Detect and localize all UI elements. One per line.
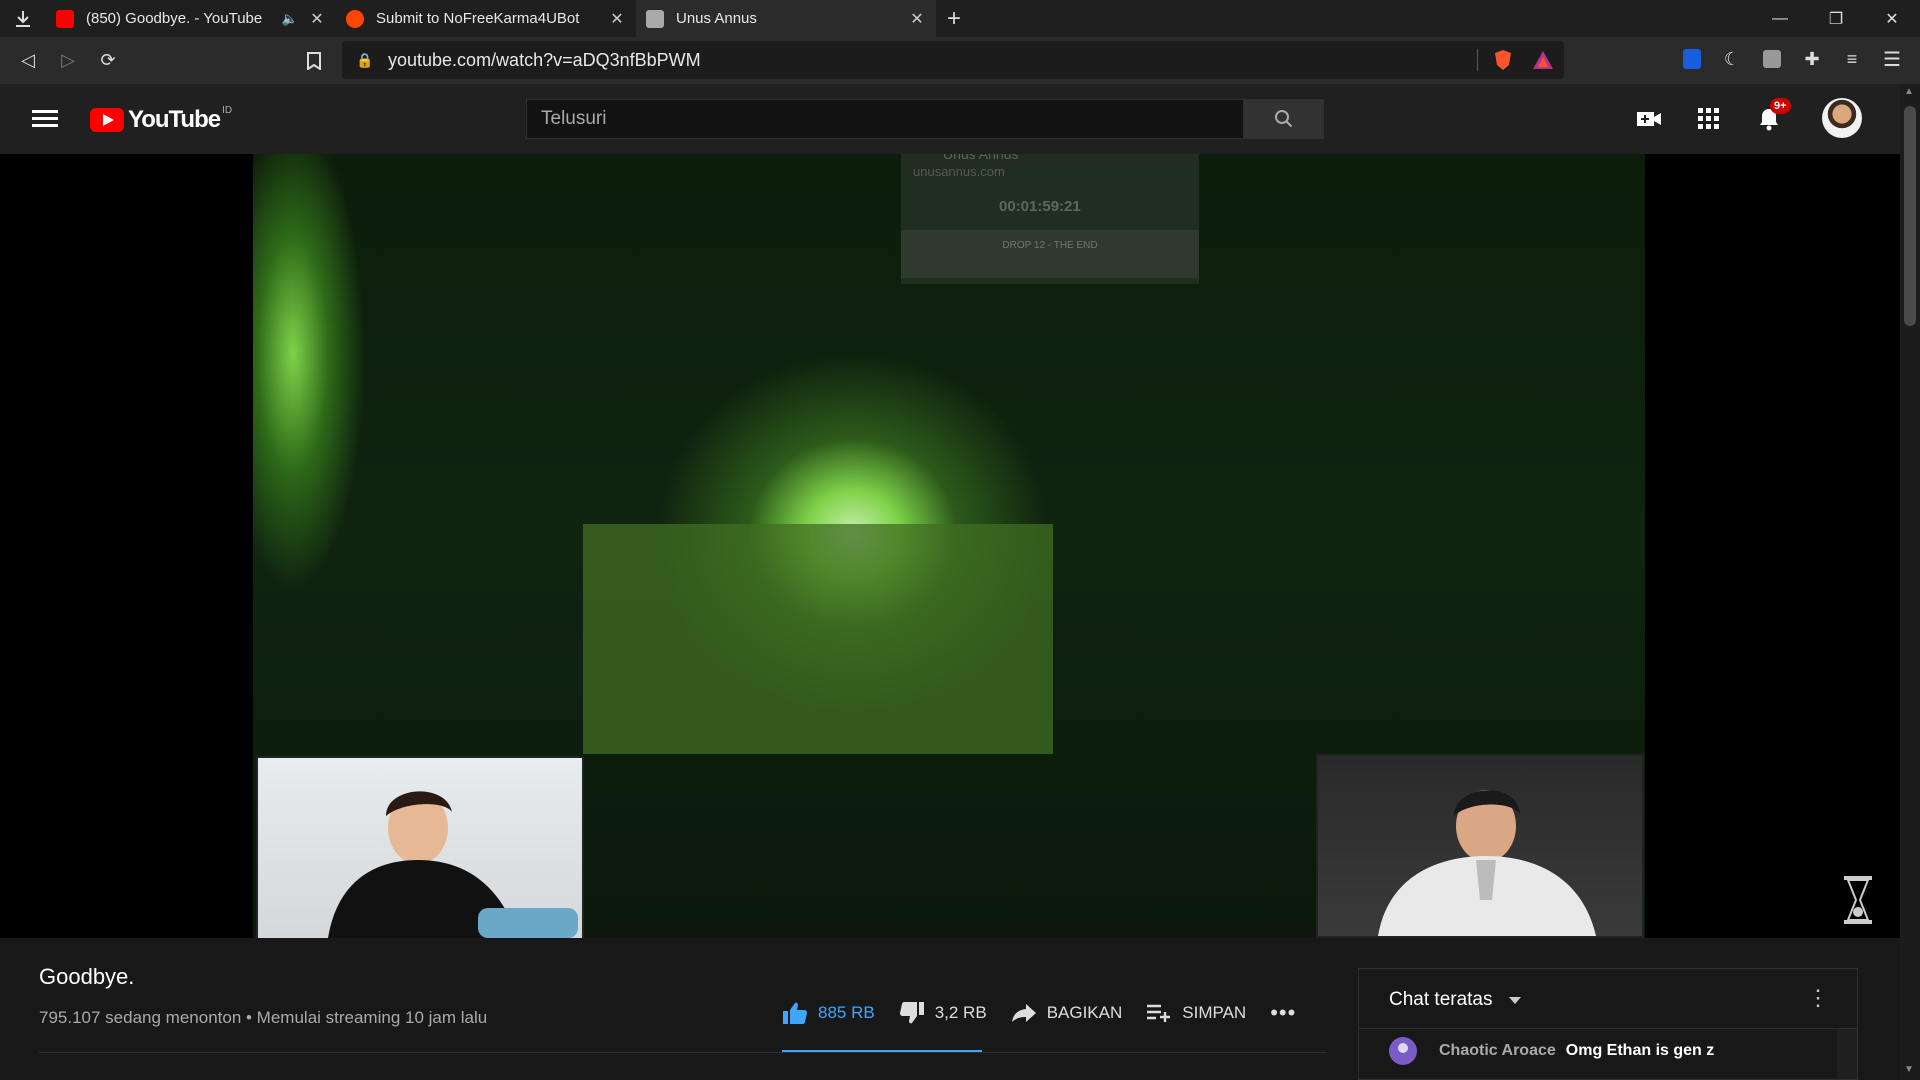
like-button[interactable]: 885 RB bbox=[782, 1001, 875, 1025]
logo-wordmark: YouTube bbox=[128, 106, 221, 133]
censor-blur-box bbox=[583, 524, 1053, 754]
divider bbox=[1477, 49, 1478, 71]
extensions-puzzle-icon[interactable]: ✚ bbox=[1796, 43, 1828, 75]
media-playlist-icon[interactable]: ≡ bbox=[1836, 43, 1868, 75]
save-button[interactable]: SIMPAN bbox=[1146, 1003, 1246, 1023]
video-camera-icon bbox=[1637, 112, 1661, 126]
close-window-button[interactable]: ✕ bbox=[1864, 0, 1920, 37]
thumbs-down-icon bbox=[899, 1002, 924, 1024]
like-count: 885 RB bbox=[818, 1003, 875, 1022]
bitwarden-extension-icon[interactable] bbox=[1676, 43, 1708, 75]
chat-message: Chaotic Aroace Omg Ethan is gen z bbox=[1389, 1037, 1714, 1065]
scroll-up-icon[interactable]: ▲ bbox=[1904, 86, 1914, 97]
video-actions: 885 RB 3,2 RB BAGIKAN SIMPAN ••• bbox=[782, 1000, 1320, 1026]
page-scrollbar[interactable]: ▲ ▼ bbox=[1900, 84, 1920, 1080]
scroll-down-icon[interactable]: ▼ bbox=[1904, 1064, 1914, 1075]
webcam-left bbox=[256, 756, 584, 938]
dislike-button[interactable]: 3,2 RB bbox=[899, 1001, 987, 1025]
new-tab-button[interactable]: + bbox=[936, 5, 972, 33]
chat-scrollbar[interactable] bbox=[1837, 1029, 1857, 1079]
dislike-count: 3,2 RB bbox=[934, 1003, 987, 1022]
chevron-down-icon[interactable] bbox=[1509, 997, 1521, 1004]
hamburger-menu-icon[interactable] bbox=[28, 106, 62, 132]
search-icon bbox=[1275, 110, 1293, 128]
person-figure-right bbox=[1378, 790, 1596, 936]
divider bbox=[39, 1052, 1327, 1053]
back-button[interactable]: ◁ bbox=[8, 41, 48, 81]
scrollbar-thumb[interactable] bbox=[1904, 106, 1916, 326]
tab-title: Unus Annus bbox=[676, 10, 757, 27]
video-title: Goodbye. bbox=[39, 964, 135, 989]
extension-icon[interactable] bbox=[1756, 43, 1788, 75]
browser-menu-icon[interactable]: ☰ bbox=[1876, 43, 1908, 75]
notification-badge: 9+ bbox=[1770, 98, 1791, 114]
person-figure-left bbox=[328, 791, 578, 938]
chat-mode-dropdown[interactable]: Chat teratas bbox=[1389, 989, 1493, 1011]
tab-title: (850) Goodbye. - YouTube bbox=[86, 10, 263, 27]
overlay-title: Unus Annus bbox=[943, 154, 1019, 162]
youtube-favicon-icon bbox=[56, 9, 74, 28]
youtube-logo[interactable]: YouTube ID bbox=[90, 104, 233, 134]
chat-header: Chat teratas ⋮ bbox=[1359, 969, 1857, 1029]
window-controls: — ❐ ✕ bbox=[1752, 0, 1920, 37]
countdown-timer: 00:01:59:21 bbox=[999, 198, 1081, 215]
apps-grid-icon bbox=[1698, 108, 1719, 129]
youtube-header: YouTube ID Telusuri 9+ bbox=[0, 84, 1900, 154]
close-tab-icon[interactable]: ✕ bbox=[908, 9, 926, 29]
search-button[interactable] bbox=[1244, 99, 1324, 139]
browser-toolbar: ◁ ▷ ⟳ 🔒 youtube.com/watch?v=aDQ3nfBbPWM … bbox=[0, 37, 1920, 84]
speaker-icon[interactable]: 🔈 bbox=[282, 11, 298, 27]
brave-rewards-icon[interactable] bbox=[1532, 49, 1554, 71]
minimize-button[interactable]: — bbox=[1752, 0, 1808, 37]
tab-unus-annus[interactable]: Unus Annus ✕ bbox=[636, 0, 936, 37]
create-video-button[interactable] bbox=[1634, 104, 1664, 134]
download-icon bbox=[16, 10, 30, 27]
address-bar[interactable]: 🔒 youtube.com/watch?v=aDQ3nfBbPWM bbox=[342, 41, 1564, 79]
tab-youtube[interactable]: (850) Goodbye. - YouTube 🔈 ✕ bbox=[46, 0, 336, 37]
bookmark-button[interactable] bbox=[294, 41, 334, 81]
tab-title: Submit to NoFreeKarma4UBot bbox=[376, 10, 580, 27]
share-label: BAGIKAN bbox=[1046, 1003, 1123, 1022]
share-button[interactable]: BAGIKAN bbox=[1011, 1003, 1123, 1023]
browser-tab-bar: (850) Goodbye. - YouTube 🔈 ✕ Submit to N… bbox=[0, 0, 1920, 37]
close-tab-icon[interactable]: ✕ bbox=[308, 9, 326, 29]
close-tab-icon[interactable]: ✕ bbox=[608, 9, 626, 29]
chat-text: Omg Ethan is gen z bbox=[1565, 1042, 1715, 1059]
hourglass-icon bbox=[1844, 876, 1872, 924]
overlay-domain: unusannus.com bbox=[913, 164, 1005, 179]
webcam-right bbox=[1316, 754, 1644, 938]
bookmark-icon bbox=[307, 52, 321, 70]
search-placeholder: Telusuri bbox=[541, 108, 607, 129]
save-label: SIMPAN bbox=[1182, 1003, 1247, 1022]
live-chat-panel: Chat teratas ⋮ Chaotic Aroace Omg Ethan … bbox=[1358, 968, 1858, 1080]
restore-button[interactable]: ❐ bbox=[1808, 0, 1864, 37]
url-text: youtube.com/watch?v=aDQ3nfBbPWM bbox=[388, 49, 701, 70]
youtube-play-icon bbox=[90, 108, 124, 132]
chat-author[interactable]: Chaotic Aroace bbox=[1439, 1042, 1556, 1060]
avatar[interactable] bbox=[1822, 98, 1862, 138]
tab-reddit[interactable]: Submit to NoFreeKarma4UBot ✕ bbox=[336, 0, 636, 37]
video-player[interactable]: Unus Annus unusannus.com 00:01:59:21 DRO… bbox=[0, 154, 1900, 938]
search-input[interactable]: Telusuri bbox=[526, 99, 1244, 139]
dark-reader-extension-icon[interactable]: ☾ bbox=[1716, 43, 1748, 75]
drop-label: DROP 12 - THE END bbox=[1002, 240, 1098, 251]
video-meta: 795.107 sedang menonton • Memulai stream… bbox=[39, 1008, 488, 1027]
overlay-drop-banner: DROP 12 - THE END bbox=[901, 230, 1199, 284]
brave-shields-icon[interactable] bbox=[1492, 49, 1514, 71]
country-code: ID bbox=[222, 104, 233, 116]
reddit-favicon-icon bbox=[346, 9, 364, 28]
share-arrow-icon bbox=[1011, 1004, 1036, 1022]
more-actions-icon[interactable]: ••• bbox=[1270, 1000, 1296, 1026]
reload-button[interactable]: ⟳ bbox=[88, 41, 128, 81]
thumbs-up-icon bbox=[783, 1002, 807, 1024]
lock-icon: 🔒 bbox=[356, 51, 374, 68]
unus-annus-favicon-icon bbox=[646, 9, 664, 28]
forward-button[interactable]: ▷ bbox=[48, 41, 88, 81]
chat-avatar[interactable] bbox=[1389, 1037, 1417, 1065]
downloads-button[interactable] bbox=[0, 0, 46, 37]
playlist-add-icon bbox=[1147, 1004, 1171, 1022]
apps-button[interactable] bbox=[1694, 104, 1724, 134]
chat-menu-icon[interactable]: ⋮ bbox=[1807, 985, 1829, 1011]
notifications-button[interactable]: 9+ bbox=[1754, 98, 1791, 134]
